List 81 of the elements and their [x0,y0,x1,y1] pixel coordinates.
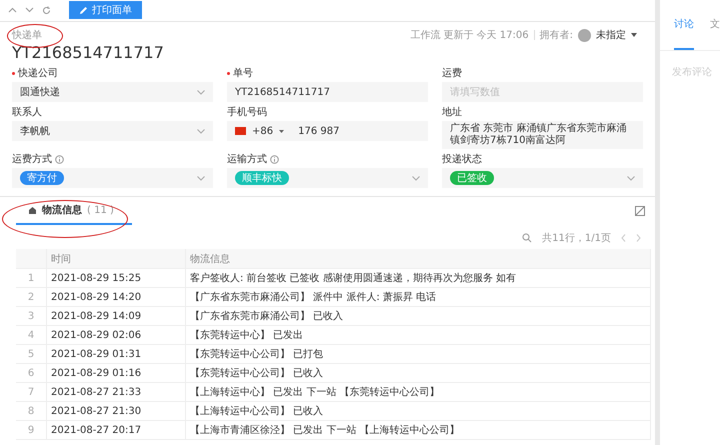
owner-dropdown[interactable]: 未指定 [596,28,626,42]
select-field[interactable]: 顺丰标快 [227,168,428,188]
field-label: 手机号码 [227,106,267,119]
side-tab[interactable]: 讨论 [674,0,694,50]
status-tag: 顺丰标快 [235,171,289,185]
table-cell: 2021-08-27 21:33 [46,382,186,402]
table-cell: 2021-08-29 15:25 [46,268,186,288]
table-cell: 2021-08-29 14:09 [46,306,186,326]
pager-summary: 共11行，1/1页 [542,232,611,245]
flag-icon [235,127,246,135]
row-number: 1 [16,268,46,288]
avatar-icon [578,28,591,42]
row-number: 5 [16,344,46,364]
pencil-icon [79,6,88,14]
chevron-down-icon [627,176,635,180]
column-header: 物流信息 [186,249,650,268]
input-field[interactable]: 广东省 东莞市 麻涌镇广东省东莞市麻涌镇剑寄坊7栋710南富达阿 [442,121,643,149]
status-tag: 已签收 [450,171,494,185]
field-label: 运费方式 [12,152,52,166]
next-page-icon[interactable] [636,234,641,242]
field-label: 投递状态 [442,152,482,166]
row-number: 3 [16,306,46,326]
row-number: 4 [16,326,46,344]
table-cell: 【上海转运中心】 已发出 下一站 【东莞转运中心公司】 [186,382,650,402]
owner-label: 拥有者: [540,28,573,42]
field-label: 单号 [233,66,253,80]
table-cell: 2021-08-29 01:31 [46,344,186,364]
input-field[interactable]: +86 176 987 [227,121,428,141]
image-icon[interactable] [635,206,645,216]
table-cell: 【东莞转运中心公司】 已收入 [186,364,650,382]
table-cell: 【上海市青浦区徐泾】 已发出 下一站 【上海转运中心公司】 [186,420,650,440]
table-cell: 【东莞转运中心】 已发出 [186,326,650,344]
select-field[interactable]: 寄方付 [12,168,213,188]
table-cell: 2021-08-29 02:06 [46,326,186,344]
house-icon [28,206,37,214]
row-number: 6 [16,364,46,382]
chevron-down-icon [197,128,205,134]
row-number: 2 [16,288,46,306]
row-number: 7 [16,382,46,402]
chevron-down-icon [197,90,205,94]
select-field[interactable]: 已签收 [442,168,643,188]
annotation-circle [7,24,63,48]
table-cell: 2021-08-27 21:30 [46,402,186,420]
input-field[interactable]: YT2168514711717 [227,82,428,102]
required-mark [227,72,230,74]
caret-icon[interactable] [279,130,284,132]
table-cell: 2021-08-27 20:17 [46,420,186,440]
record-title: YT2168514711717 [12,43,165,62]
record-type-label: 快递单 [12,28,42,42]
status-tag: 寄方付 [20,171,64,185]
input-field[interactable]: 请填写数值 [442,82,643,102]
field-label: 运输方式 [227,152,267,166]
refresh-icon[interactable] [42,6,51,14]
table-cell: 【东莞转运中心公司】 已打包 [186,344,650,364]
chevron-down-icon [197,176,205,180]
field-label: 快递公司 [18,66,58,80]
table-cell: 客户签收人: 前台签收 已签收 感谢使用圆通速递，期待再次为您服务 如有 [186,268,650,288]
side-tab[interactable]: 文 [710,0,720,50]
print-button[interactable]: 打印面单 [69,1,142,19]
table-cell: 2021-08-29 01:16 [46,364,186,382]
select-field[interactable]: 李帆帆 [12,121,213,141]
updated-text: 工作流 更新于 今天 17:06 [410,28,529,42]
chevron-down-icon [412,176,420,180]
up-chevron-icon[interactable] [8,7,17,13]
search-icon[interactable] [522,233,532,243]
down-chevron-icon[interactable] [25,7,34,13]
tab[interactable]: 物流信息 ( 11 ) [16,197,132,225]
field-label: 运费 [442,66,462,80]
table-cell: 【广东省东莞市麻涌公司】 已收入 [186,306,650,326]
table-cell: 【上海转运中心公司】 已收入 [186,402,650,420]
field-label: 联系人 [12,106,42,119]
row-number: 9 [16,420,46,440]
required-mark [12,72,15,74]
column-header: 时间 [46,249,186,268]
field-label: 地址 [442,106,462,119]
table-cell: 2021-08-29 14:20 [46,288,186,306]
prev-page-icon[interactable] [621,234,626,242]
row-number: 8 [16,402,46,420]
caret-icon[interactable] [631,33,637,37]
select-field[interactable]: 圆通快递 [12,82,213,102]
table-cell: 【广东省东莞市麻涌公司】 派件中 派件人: 萧振昇 电话 [186,288,650,306]
